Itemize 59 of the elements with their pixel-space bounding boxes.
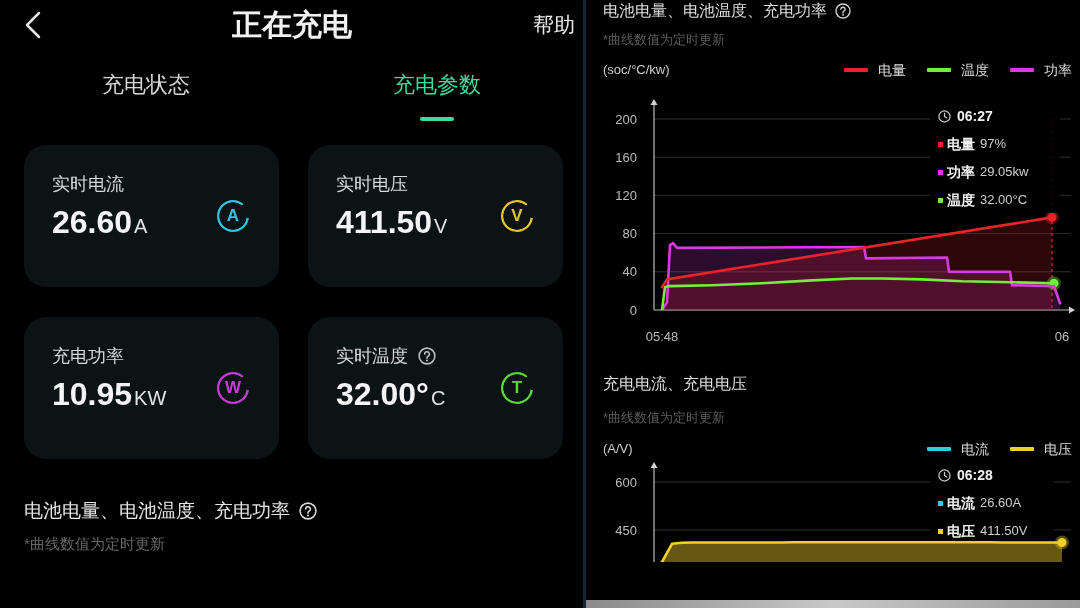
metric-unit: V: [434, 214, 448, 238]
clock-icon: [938, 468, 951, 482]
tooltip-label: 电量: [947, 135, 975, 153]
metric-unit: C: [430, 386, 446, 410]
axis-tick-label: 0: [629, 302, 637, 318]
axis-tick-label: 600: [615, 474, 637, 490]
section-title: 电池电量、电池温度、充电功率: [24, 499, 290, 523]
legend-label: 温度: [961, 62, 989, 78]
metric-label: 充电功率: [52, 346, 124, 366]
axis-tick-label: 05:48: [645, 329, 679, 344]
axis-tick-label: 06: [1054, 329, 1070, 344]
chart-title: 充电电流、充电电压: [603, 374, 747, 394]
clock-icon: [938, 109, 951, 123]
legend-label: 电压: [1044, 441, 1072, 457]
tooltip-value: 29.05kw: [980, 163, 1029, 181]
tooltip-label: 温度: [947, 191, 975, 209]
tooltip-value: 97%: [980, 135, 1007, 153]
page-title: 正在充电: [231, 7, 352, 43]
axis-unit-label: (soc/°C/kw): [603, 62, 670, 78]
axis-tick-label: 160: [615, 149, 637, 165]
unit-badge: W: [217, 372, 249, 404]
axis-tick-label: 450: [615, 522, 637, 538]
tooltip-label: 功率: [947, 163, 975, 181]
metric-unit: KW: [134, 386, 167, 410]
axis-tick-label: 80: [622, 226, 637, 242]
axis-tick-label: 200: [615, 111, 637, 127]
legend-label: 功率: [1044, 62, 1072, 78]
tooltip-value: 26.60A: [980, 494, 1022, 512]
metric-label: 实时温度: [336, 346, 408, 366]
legend-label: 电量: [878, 62, 906, 78]
tab-indicator: [420, 117, 455, 121]
section-note: *曲线数值为定时更新: [24, 535, 166, 553]
tooltip-label: 电流: [947, 494, 975, 512]
chart-note: *曲线数值为定时更新: [603, 32, 727, 48]
metric-value: 32.00°: [336, 376, 429, 412]
metric-value: 26.60: [52, 204, 133, 240]
tooltip-value: 32.00°C: [980, 191, 1028, 209]
legend-label: 电流: [961, 441, 989, 457]
chart-title: 电池电量、电池温度、充电功率: [603, 1, 827, 21]
tab[interactable]: 充电状态: [0, 74, 292, 121]
tab[interactable]: 充电参数: [291, 74, 583, 121]
unit-badge: A: [217, 200, 249, 232]
unit-badge: V: [501, 200, 533, 232]
metric-label: 实时电流: [52, 174, 124, 194]
tooltip-label: 电压: [947, 522, 975, 540]
metric-label: 实时电压: [336, 174, 408, 194]
axis-tick-label: 120: [615, 187, 637, 203]
tooltip-value: 411.50V: [980, 522, 1028, 540]
axis-unit-label: (A/V): [603, 441, 633, 457]
metric-unit: A: [134, 214, 148, 238]
chart-note: *曲线数值为定时更新: [603, 410, 727, 426]
unit-badge: T: [501, 372, 533, 404]
chevron-left-icon: [25, 11, 41, 39]
axis-tick-label: 40: [622, 264, 637, 280]
tooltip-time: 06:28: [957, 466, 993, 484]
metric-value: 10.95: [52, 376, 133, 412]
help-link[interactable]: 帮助: [533, 12, 575, 38]
tooltip-time: 06:27: [957, 107, 993, 125]
metric-value: 411.50: [336, 204, 433, 240]
